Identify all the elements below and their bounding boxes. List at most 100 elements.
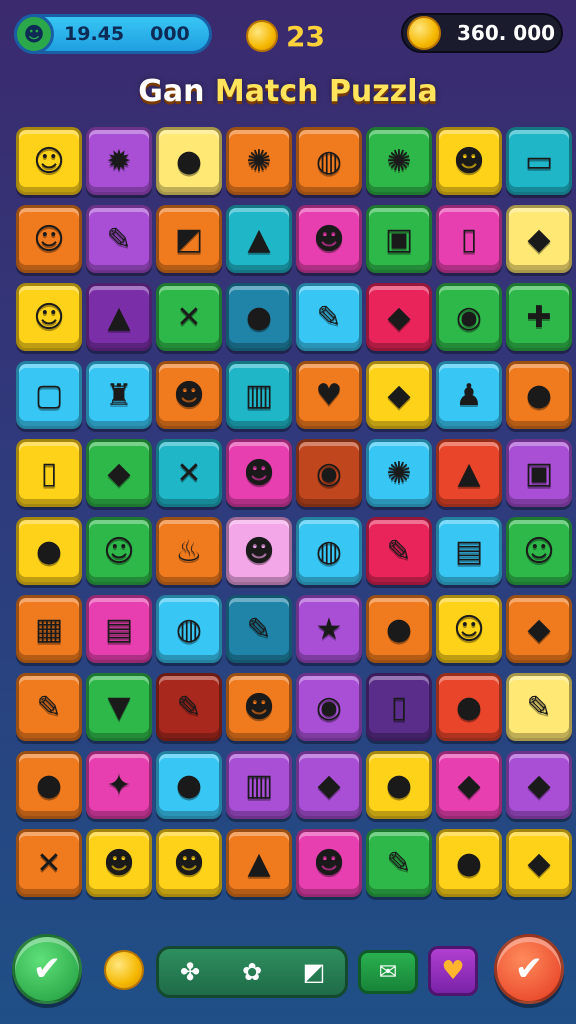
tile-star[interactable]: ★ [296, 595, 362, 663]
tile-leaf[interactable]: ◆ [86, 439, 152, 507]
tile-leaf[interactable]: ◆ [506, 751, 572, 819]
tile-pepper[interactable]: ● [366, 751, 432, 819]
tile-crossed-sticks[interactable]: ✕ [156, 283, 222, 351]
tile-face[interactable]: ☺ [16, 205, 82, 273]
pear-icon: ◆ [317, 767, 341, 803]
tile-marker[interactable]: ✎ [226, 595, 292, 663]
tile-face[interactable]: ☺ [16, 283, 82, 351]
tile-leaf[interactable]: ◆ [366, 283, 432, 351]
tile-sheep[interactable]: ☻ [86, 829, 152, 897]
tile-sparkle[interactable]: ✦ [86, 751, 152, 819]
tile-sticks[interactable]: ✕ [16, 829, 82, 897]
heart-button[interactable]: ♥ [428, 946, 478, 996]
tile-heart[interactable]: ♥ [296, 361, 362, 429]
cake-icon: ♜ [105, 377, 133, 413]
tile-face[interactable]: ☺ [16, 127, 82, 195]
coin-balance-pill[interactable]: 360. 000 [401, 13, 563, 53]
tile-phone[interactable]: ▯ [366, 673, 432, 741]
tile-lemon[interactable]: ◆ [506, 205, 572, 273]
tile-face[interactable]: ☺ [436, 595, 502, 663]
tile-building[interactable]: ▥ [226, 361, 292, 429]
player-avatar-icon[interactable]: ☻ [14, 14, 54, 54]
tile-screen[interactable]: ▭ [506, 127, 572, 195]
mail-button[interactable]: ✉ [358, 950, 418, 994]
tile-fox[interactable]: ☻ [156, 829, 222, 897]
tile-gift[interactable]: ✚ [506, 283, 572, 351]
tile-bear[interactable]: ☻ [156, 361, 222, 429]
tile-cup[interactable]: ▼ [86, 673, 152, 741]
tile-flower[interactable]: ✺ [366, 439, 432, 507]
confirm-left-button[interactable]: ✔ [12, 934, 82, 1004]
tile-flower[interactable]: ✺ [366, 127, 432, 195]
pepper-icon: ● [455, 845, 483, 881]
tile-pepper[interactable]: ● [436, 829, 502, 897]
tile-radio[interactable]: ▣ [506, 439, 572, 507]
tile-target[interactable]: ◉ [296, 439, 362, 507]
shuffle-icon[interactable]: ◩ [294, 952, 334, 992]
flower-icon[interactable]: ✿ [232, 952, 272, 992]
tile-pen[interactable]: ✎ [156, 673, 222, 741]
tile-sun[interactable]: ✹ [86, 127, 152, 195]
tile-face[interactable]: ● [366, 595, 432, 663]
tile-cat[interactable]: ☺ [86, 517, 152, 585]
tile-drop[interactable]: ◆ [366, 361, 432, 429]
tile-tower[interactable]: ▲ [226, 205, 292, 273]
tile-bear[interactable]: ☻ [296, 205, 362, 273]
confirm-right-button[interactable]: ✔ [494, 934, 564, 1004]
tile-compass[interactable]: ◉ [296, 673, 362, 741]
tile-cone[interactable]: ▲ [226, 829, 292, 897]
tile-joystick[interactable]: ♟ [436, 361, 502, 429]
tile-eraser[interactable]: ✎ [366, 829, 432, 897]
tile-bubble[interactable]: ◍ [296, 517, 362, 585]
tile-book[interactable]: ▤ [86, 595, 152, 663]
tile-plum[interactable]: ● [226, 283, 292, 351]
tile-frame[interactable]: ▣ [366, 205, 432, 273]
tile-apple[interactable]: ● [16, 751, 82, 819]
tile-crayon[interactable]: ✎ [506, 673, 572, 741]
player-level-pill[interactable]: ☻ 19.45 000 [14, 14, 212, 54]
tile-plum[interactable]: ◆ [506, 829, 572, 897]
tile-virus[interactable]: ✺ [226, 127, 292, 195]
tile-bomb[interactable]: ☻ [226, 673, 292, 741]
title-first-word: Gan [138, 74, 205, 109]
tile-tools[interactable]: ✎ [366, 517, 432, 585]
phone-icon: ▯ [390, 689, 408, 725]
tile-crayon[interactable]: ✎ [16, 673, 82, 741]
tile-donut[interactable]: ◉ [436, 283, 502, 351]
tile-bubble[interactable]: ◍ [296, 127, 362, 195]
tile-panel[interactable]: ▦ [16, 595, 82, 663]
tile-tablet[interactable]: ▢ [16, 361, 82, 429]
heart-icon: ♥ [315, 377, 343, 413]
tile-sticks[interactable]: ✕ [156, 439, 222, 507]
tile-apple[interactable]: ● [156, 127, 222, 195]
tile-cone[interactable]: ✎ [296, 283, 362, 351]
tile-pear[interactable]: ◆ [296, 751, 362, 819]
sun-icon: ✹ [106, 143, 132, 179]
tile-strawberry[interactable]: ● [506, 361, 572, 429]
tile-pencil[interactable]: ✎ [86, 205, 152, 273]
tile-bean[interactable]: ◆ [506, 595, 572, 663]
tile-cheese[interactable]: ◆ [436, 751, 502, 819]
tile-bubble[interactable]: ◍ [156, 595, 222, 663]
tile-bell[interactable]: ♨ [156, 517, 222, 585]
tile-face[interactable]: ☺ [506, 517, 572, 585]
tile-egg[interactable]: ● [436, 673, 502, 741]
tile-tablet[interactable]: ◩ [156, 205, 222, 273]
tile-cup[interactable]: ▤ [436, 517, 502, 585]
tile-basket[interactable]: ▥ [226, 751, 292, 819]
apple-icon: ● [175, 143, 203, 179]
tile-bell[interactable]: ▲ [86, 283, 152, 351]
tile-phone[interactable]: ▯ [16, 439, 82, 507]
tile-phone[interactable]: ▯ [436, 205, 502, 273]
tile-apple[interactable]: ● [156, 751, 222, 819]
tile-bear[interactable]: ☻ [296, 829, 362, 897]
tile-frog[interactable]: ☻ [436, 127, 502, 195]
tile-pig[interactable]: ☻ [226, 517, 292, 585]
cup-icon: ▼ [107, 689, 131, 725]
tile-robot[interactable]: ☻ [226, 439, 292, 507]
tile-pear[interactable]: ▲ [436, 439, 502, 507]
tile-apple[interactable]: ● [16, 517, 82, 585]
clover-icon[interactable]: ✤ [170, 952, 210, 992]
tile-cake[interactable]: ♜ [86, 361, 152, 429]
eraser-icon: ✎ [386, 845, 412, 881]
